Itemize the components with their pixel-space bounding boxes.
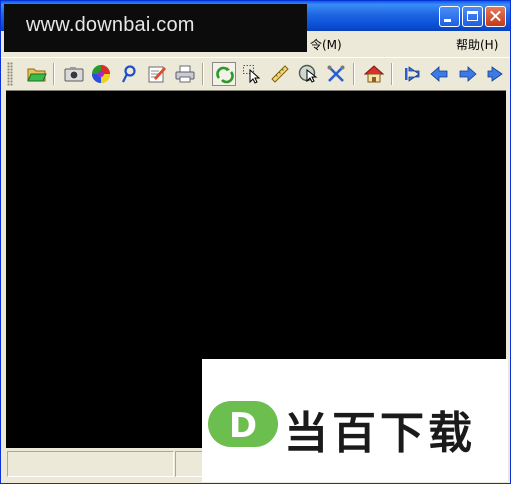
maximize-button[interactable] bbox=[462, 6, 483, 27]
status-pane-secondary bbox=[175, 451, 205, 477]
menu-help[interactable]: 帮助(H) bbox=[456, 36, 498, 53]
next-button[interactable] bbox=[456, 62, 480, 86]
close-button[interactable] bbox=[485, 6, 506, 27]
maximize-icon bbox=[467, 11, 478, 21]
menu-command[interactable]: 令(M) bbox=[310, 36, 342, 53]
tools-button[interactable] bbox=[324, 62, 348, 86]
first-page-icon bbox=[405, 66, 420, 82]
watermark-text: www.downbai.com bbox=[26, 14, 195, 36]
camera-icon bbox=[64, 67, 84, 82]
pin-icon bbox=[122, 65, 136, 83]
promo-overlay: D 当百下载 bbox=[202, 359, 508, 482]
select-pointer-icon bbox=[243, 65, 261, 84]
select-button[interactable] bbox=[240, 62, 264, 86]
toolbar-separator bbox=[391, 63, 393, 85]
ruler-icon bbox=[271, 65, 289, 83]
crossed-tools-icon bbox=[327, 65, 345, 82]
toolbar-grip[interactable] bbox=[7, 62, 13, 86]
color-wheel-icon bbox=[92, 65, 110, 83]
toolbar-separator bbox=[353, 63, 355, 85]
brand-logo-letter: D bbox=[229, 406, 257, 446]
open-button[interactable] bbox=[25, 62, 49, 86]
last-page-button[interactable] bbox=[484, 62, 508, 86]
edit-button[interactable] bbox=[145, 62, 169, 86]
last-page-icon bbox=[487, 66, 503, 82]
next-icon bbox=[459, 66, 477, 82]
refresh-button[interactable] bbox=[212, 62, 236, 86]
watermark-banner: www.downbai.com bbox=[4, 4, 307, 52]
brand-logo-icon: D bbox=[208, 401, 278, 447]
status-pane-main bbox=[7, 451, 174, 477]
home-icon bbox=[364, 65, 384, 83]
minimize-button[interactable] bbox=[439, 6, 460, 27]
printer-icon bbox=[175, 65, 195, 83]
print-button[interactable] bbox=[173, 62, 197, 86]
capture-button[interactable] bbox=[62, 62, 86, 86]
minimize-icon bbox=[444, 19, 451, 22]
close-icon bbox=[486, 7, 505, 26]
toolbar-separator bbox=[53, 63, 55, 85]
zoom-button[interactable] bbox=[296, 62, 320, 86]
home-button[interactable] bbox=[362, 62, 386, 86]
previous-icon bbox=[430, 66, 448, 82]
edit-note-icon bbox=[148, 66, 166, 83]
first-page-button[interactable] bbox=[400, 62, 424, 86]
toolbar bbox=[1, 57, 510, 90]
toolbar-separator bbox=[202, 63, 204, 85]
measure-button[interactable] bbox=[268, 62, 292, 86]
pin-button[interactable] bbox=[117, 62, 141, 86]
previous-button[interactable] bbox=[427, 62, 451, 86]
refresh-icon bbox=[216, 66, 234, 84]
brand-name: 当百下载 bbox=[284, 408, 476, 459]
folder-open-icon bbox=[27, 68, 47, 82]
zoom-pointer-icon bbox=[298, 64, 318, 83]
color-button[interactable] bbox=[89, 62, 113, 86]
